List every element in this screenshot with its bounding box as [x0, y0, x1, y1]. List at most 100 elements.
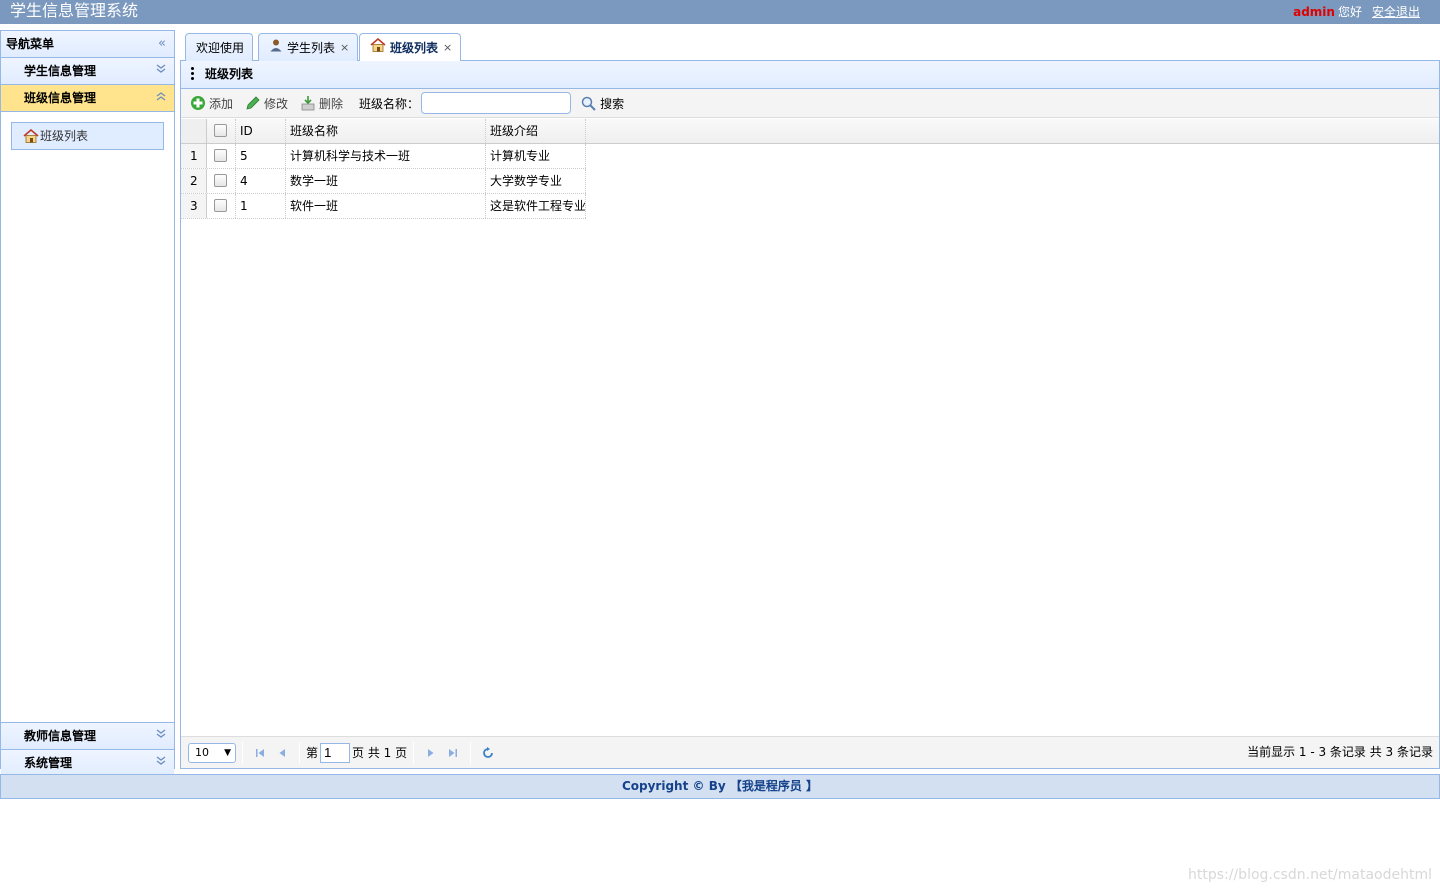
row-number: 3	[181, 194, 207, 218]
accordion-teacher-management[interactable]: 教师信息管理	[1, 723, 174, 750]
tab-label: 学生列表	[287, 40, 336, 55]
search-button[interactable]: 搜索	[581, 95, 624, 112]
table-row[interactable]: 2 4 数学一班 大学数学专业	[181, 169, 586, 194]
add-label: 添加	[209, 96, 234, 111]
pager-info: 当前显示 1 - 3 条记录 共 3 条记录	[1247, 745, 1433, 759]
cell-id: 1	[236, 194, 286, 218]
last-page-icon	[449, 748, 458, 757]
accordion-system-management[interactable]: 系统管理	[1, 750, 174, 777]
tab-student-list[interactable]: 学生列表 ×	[258, 33, 359, 61]
row-checkbox-cell	[207, 194, 236, 218]
tab-welcome[interactable]: 欢迎使用	[185, 33, 254, 61]
row-checkbox-cell	[207, 169, 236, 193]
class-grid: ID 班级名称 班级介绍 1 5 计算机科学与技术一班 计算机专业 2 4 数学…	[181, 119, 1439, 219]
double-chevron-down-icon[interactable]	[156, 58, 166, 84]
double-chevron-down-icon[interactable]	[156, 750, 166, 776]
page-size-select[interactable]: 10 ▼	[188, 742, 236, 763]
cell-class-name: 计算机科学与技术一班	[286, 144, 486, 168]
close-icon[interactable]: ×	[443, 35, 452, 61]
delete-icon	[301, 96, 315, 111]
next-page-button[interactable]	[420, 743, 442, 763]
delete-label: 删除	[319, 96, 344, 111]
pager-separator	[413, 741, 415, 764]
page-total-text: 页 共 1 页	[352, 746, 408, 760]
row-number: 2	[181, 169, 207, 193]
accordion-label: 系统管理	[24, 756, 73, 770]
last-page-button[interactable]	[442, 743, 464, 763]
row-number: 1	[181, 144, 207, 168]
tab-class-list[interactable]: 班级列表 ×	[359, 33, 462, 62]
cell-id: 5	[236, 144, 286, 168]
panel-header: 班级列表	[181, 61, 1439, 89]
cell-class-intro: 大学数学专业	[486, 169, 586, 193]
refresh-icon	[483, 746, 494, 758]
table-row[interactable]: 1 5 计算机科学与技术一班 计算机专业	[181, 144, 586, 169]
tab-label: 班级列表	[390, 41, 439, 55]
app-header: 学生信息管理系统 admin 您好 安全退出	[0, 0, 1440, 24]
row-checkbox[interactable]	[214, 199, 227, 212]
home-icon	[370, 35, 386, 61]
search-label: 班级名称：	[359, 96, 420, 111]
accordion-label: 班级信息管理	[24, 91, 97, 105]
pager-separator	[470, 741, 472, 764]
row-checkbox-cell	[207, 144, 236, 168]
cell-class-intro: 这是软件工程专业	[486, 194, 586, 218]
column-header-id[interactable]: ID	[236, 119, 286, 143]
sidebar: 导航菜单 « 学生信息管理 班级信息管理 班级列表 教师信息管理 系统管理	[0, 30, 175, 777]
panel-title: 班级列表	[205, 67, 254, 81]
delete-button[interactable]: 删除	[298, 92, 349, 114]
prev-page-button[interactable]	[271, 743, 293, 763]
logout-link[interactable]: 安全退出	[1372, 5, 1420, 19]
pencil-icon	[246, 96, 260, 110]
class-list-panel: 班级列表 添加 修改 删除 班级名称： 搜索 ID 班级名称 班级介绍 1 5 …	[180, 61, 1440, 769]
class-name-search-input[interactable]	[421, 92, 572, 114]
toolbar: 添加 修改 删除 班级名称： 搜索	[181, 89, 1439, 118]
search-icon	[581, 96, 596, 111]
refresh-button[interactable]	[477, 743, 499, 763]
sidebar-title: 导航菜单	[6, 37, 55, 51]
row-checkbox[interactable]	[214, 149, 227, 162]
first-page-button[interactable]	[249, 743, 271, 763]
page-size-value: 10	[195, 745, 209, 759]
pager-separator	[299, 741, 300, 764]
edit-button[interactable]: 修改	[243, 92, 294, 114]
accordion-label: 学生信息管理	[24, 64, 97, 78]
cell-id: 4	[236, 169, 286, 193]
grid-header: ID 班级名称 班级介绍	[181, 119, 1439, 144]
footer: Copyright © By 【我是程序员 】	[0, 774, 1440, 799]
user-icon	[269, 35, 283, 61]
add-button[interactable]: 添加	[188, 92, 239, 114]
next-page-icon	[428, 748, 434, 757]
current-user: admin	[1293, 5, 1335, 19]
sidebar-header: 导航菜单 «	[1, 31, 174, 58]
cell-class-name: 数学一班	[286, 169, 486, 193]
table-row[interactable]: 3 1 软件一班 这是软件工程专业	[181, 194, 586, 219]
double-chevron-up-icon[interactable]	[156, 85, 166, 111]
cell-class-name: 软件一班	[286, 194, 486, 218]
double-chevron-down-icon[interactable]	[156, 723, 166, 749]
add-icon	[191, 96, 205, 110]
close-icon[interactable]: ×	[340, 35, 349, 61]
tab-label: 欢迎使用	[196, 40, 245, 55]
greeting-text: 您好	[1337, 5, 1362, 19]
pagination-bar: 10 ▼ 第 页 共 1 页 当前	[181, 736, 1439, 768]
select-all-checkbox-cell	[207, 119, 236, 143]
vertical-dots-icon	[191, 67, 195, 83]
pager-separator	[242, 741, 243, 764]
double-chevron-left-icon[interactable]: «	[158, 31, 166, 57]
sidebar-item-label: 班级列表	[40, 129, 89, 143]
accordion-class-management[interactable]: 班级信息管理	[1, 85, 174, 112]
row-checkbox[interactable]	[214, 174, 227, 187]
cell-class-intro: 计算机专业	[486, 144, 586, 168]
tab-strip: 欢迎使用 学生列表 × 班级列表 ×	[180, 30, 1440, 62]
select-all-checkbox[interactable]	[214, 124, 227, 137]
prev-page-icon	[279, 748, 285, 757]
app-title: 学生信息管理系统	[10, 1, 139, 20]
sidebar-item-class-list[interactable]: 班级列表	[11, 122, 164, 150]
first-page-icon	[256, 748, 264, 757]
accordion-student-management[interactable]: 学生信息管理	[1, 58, 174, 85]
column-header-class-intro[interactable]: 班级介绍	[486, 119, 586, 143]
column-header-class-name[interactable]: 班级名称	[286, 119, 486, 143]
page-number-input[interactable]	[320, 742, 351, 763]
search-button-label: 搜索	[600, 96, 625, 111]
